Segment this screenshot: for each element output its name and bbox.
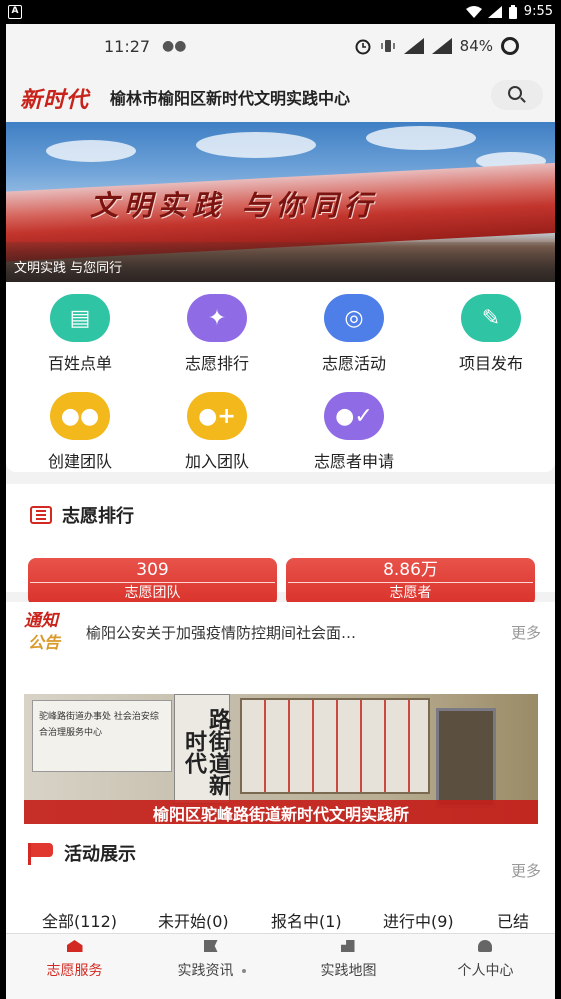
stat-label: 志愿团队 (30, 582, 275, 603)
nav-label: 个人中心 (457, 963, 514, 979)
nav-personal-center[interactable]: 个人中心 (417, 934, 554, 999)
tab-in-progress[interactable]: 进行中(9) (383, 908, 454, 932)
stat-value: 309 (136, 560, 169, 580)
group-icon: ●● (50, 392, 110, 440)
clipboard-check-icon: ▤ (50, 294, 110, 342)
photo-door (436, 708, 496, 808)
nav-label-text: 实践资讯 (177, 963, 234, 979)
system-status-icons: 9:55 (465, 4, 553, 19)
activity-header: 活动展示 (28, 840, 136, 866)
nav-practice-news[interactable]: 实践资讯 (143, 934, 280, 999)
search-button[interactable] (491, 80, 543, 110)
banner-cloud (366, 126, 476, 150)
document-edit-icon: ✎ (461, 294, 521, 342)
notice-tag: 通知 公告 (24, 610, 74, 654)
grid-label: 项目发布 (458, 354, 523, 373)
volunteer-ranking-section: 志愿排行 309 志愿团队 8.86万 志愿者 (6, 484, 555, 606)
phone-status-icons: 84% (354, 37, 519, 55)
system-status-bar: A 9:55 (0, 0, 561, 24)
nav-label: 实践地图 (320, 963, 377, 979)
person-icon (477, 940, 494, 954)
brand-logo: 新时代 (20, 87, 90, 113)
function-grid: ▤ 百姓点单 ✦ 志愿排行 ◎ 志愿活动 ✎ 项目发布 ●● 创建团队 ●+ 加… (6, 282, 555, 472)
grid-item-project-publish[interactable]: ✎ 项目发布 (431, 294, 551, 374)
wifi-icon (465, 5, 482, 18)
nav-volunteer-service[interactable]: 志愿服务 (6, 934, 143, 999)
signal-4g-icon (403, 38, 424, 54)
user-apply-icon: ●✓ (324, 392, 384, 440)
ranking-title: 志愿排行 (62, 506, 134, 527)
search-icon-handle (520, 97, 526, 103)
building-icon (340, 940, 357, 954)
home-icon (66, 940, 83, 954)
grid-label: 加入团队 (184, 452, 249, 471)
banner-cloud (196, 132, 316, 158)
nav-label: 实践资讯 (143, 960, 280, 980)
nav-practice-map[interactable]: 实践地图 (280, 934, 417, 999)
banner-caption: 文明实践 与您同行 (14, 261, 123, 276)
banner-cloud (46, 140, 136, 162)
tab-registering[interactable]: 报名中(1) (271, 908, 342, 932)
notice-more-link[interactable]: 更多 (511, 622, 541, 643)
photo-bulletin-board (240, 698, 430, 794)
grid-item-join-team[interactable]: ●+ 加入团队 (157, 392, 277, 472)
flag-icon (203, 940, 220, 954)
grid-item-volunteer-activity[interactable]: ◎ 志愿活动 (294, 294, 414, 374)
vibrate-icon (380, 40, 395, 52)
battery-icon (508, 4, 517, 19)
ranking-header: 志愿排行 (30, 502, 134, 528)
grid-label: 创建团队 (47, 452, 112, 471)
phone-clock: 11:27 (104, 37, 151, 56)
battery-percent: 84% (459, 37, 493, 55)
stat-volunteer-teams[interactable]: 309 志愿团队 (28, 558, 277, 606)
join-group-icon: ●+ (187, 392, 247, 440)
signal-5g-icon (431, 38, 452, 54)
battery-ring-icon (501, 37, 519, 55)
signal-icon (487, 5, 502, 18)
tab-not-started[interactable]: 未开始(0) (158, 908, 229, 932)
banner-slogan: 文明实践 与你同行 (90, 189, 378, 222)
stat-volunteers[interactable]: 8.86万 志愿者 (286, 558, 535, 606)
flag-cloth (31, 843, 53, 857)
app-screen: 11:27 ●● 84% 新时代 榆林市榆阳区新时代文明实践中心 文明实践 与你… (6, 24, 555, 999)
app-notification-icon: A (8, 5, 22, 19)
handshake-icon: ✦ (187, 294, 247, 342)
page-title: 榆林市榆阳区新时代文明实践中心 (110, 89, 351, 108)
notice-headline[interactable]: 榆阳公安关于加强疫情防控期间社会面… (86, 622, 356, 643)
app-header: 新时代 榆林市榆阳区新时代文明实践中心 (6, 70, 555, 122)
unread-dot (241, 969, 246, 973)
flag-icon (28, 843, 54, 865)
stat-value: 8.86万 (383, 560, 438, 580)
grid-item-volunteer-apply[interactable]: ●✓ 志愿者申请 (294, 392, 414, 472)
grid-item-order[interactable]: ▤ 百姓点单 (20, 294, 140, 374)
nav-label: 志愿服务 (46, 963, 103, 979)
grid-item-create-team[interactable]: ●● 创建团队 (20, 392, 140, 472)
grid-label: 志愿者申请 (313, 452, 394, 471)
grid-label: 志愿排行 (184, 354, 249, 373)
grid-label: 志愿活动 (321, 354, 386, 373)
activity-title: 活动展示 (64, 844, 136, 865)
photo-office-plate: 驼峰路街道办事处 社会治安综合治理服务中心 (32, 700, 172, 772)
photo-vertical-sign: 路街道新时代 (174, 694, 230, 804)
people-circle-icon: ◎ (324, 294, 384, 342)
feature-photo[interactable]: 驼峰路街道办事处 社会治安综合治理服务中心 路街道新时代 榆阳区驼峰路街道新时代… (24, 694, 538, 830)
tab-ended[interactable]: 已结 (497, 908, 529, 932)
grid-label: 百姓点单 (47, 354, 112, 373)
alarm-icon (355, 39, 371, 55)
tab-all[interactable]: 全部(112) (42, 908, 117, 932)
stat-label: 志愿者 (288, 582, 533, 603)
bottom-navigation: 志愿服务 实践资讯 实践地图 个人中心 (6, 933, 555, 999)
notice-tag-line1: 通知 (24, 611, 58, 631)
wechat-icon: ●● (162, 38, 187, 54)
phone-status-bar: 11:27 ●● 84% (6, 24, 555, 70)
system-clock: 9:55 (523, 4, 553, 19)
list-icon (30, 506, 52, 524)
notice-tag-line2: 公告 (28, 633, 61, 652)
activity-more-link[interactable]: 更多 (511, 860, 541, 881)
grid-item-volunteer-rank[interactable]: ✦ 志愿排行 (157, 294, 277, 374)
hero-banner[interactable]: 文明实践 与你同行 文明实践 与您同行 (6, 122, 555, 282)
